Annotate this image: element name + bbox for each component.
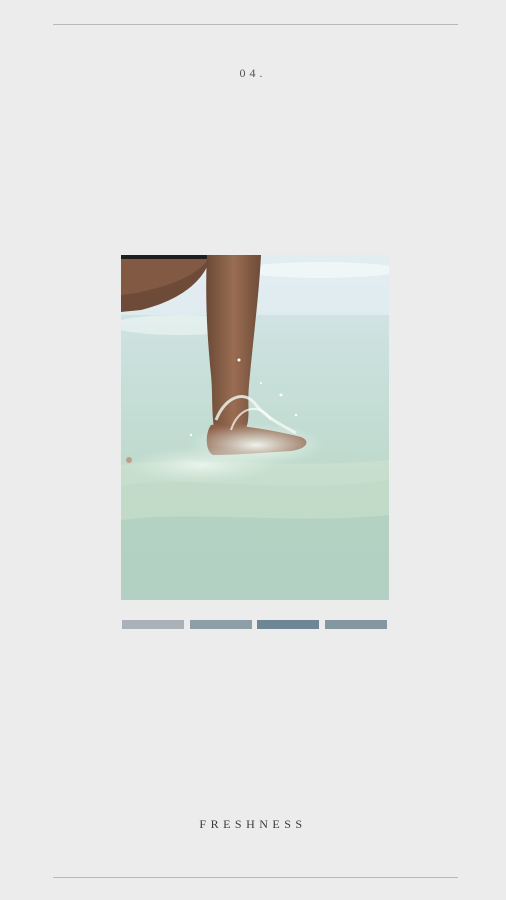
bottom-divider [53,877,458,878]
slide-caption: FRESHNESS [199,817,307,831]
palette-swatch-4 [324,620,387,629]
palette-swatch-2 [189,620,252,629]
color-palette [122,620,387,629]
foot-splashing-water-icon [121,255,389,600]
palette-swatch-1 [122,620,184,629]
beach-photo [121,255,389,600]
top-divider [53,24,458,25]
slide-number: 04. [239,66,267,80]
palette-swatch-3 [257,620,320,629]
